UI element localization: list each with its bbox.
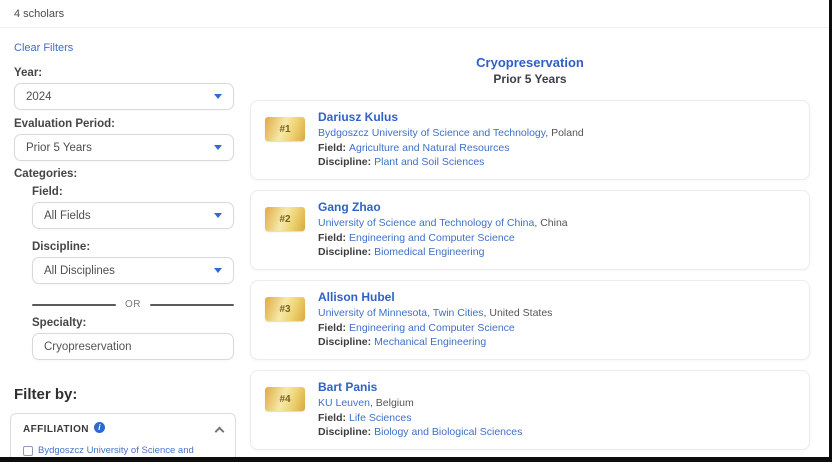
field-label: Field: (318, 322, 346, 334)
categories-label: Categories: (14, 168, 234, 180)
field-label: Field: (318, 412, 346, 424)
evaluation-period-label: Evaluation Period: (14, 118, 234, 130)
specialty-label: Specialty: (32, 317, 234, 329)
field-link[interactable]: Engineering and Computer Science (349, 322, 515, 334)
scholar-card: #3 Allison Hubel University of Minnesota… (250, 280, 810, 360)
discipline-label: Discipline: (318, 156, 371, 168)
field-line: Field:Engineering and Computer Science (318, 231, 568, 246)
discipline-value: All Disciplines (44, 265, 115, 277)
affiliation-option-label[interactable]: Bydgoszcz University of Science and Tech… (38, 445, 223, 462)
chevron-down-icon (214, 145, 222, 150)
discipline-label: Discipline: (318, 426, 371, 438)
year-dropdown[interactable]: 2024 (14, 83, 234, 110)
affiliation-link[interactable]: Bydgoszcz University of Science and Tech… (318, 127, 545, 139)
field-link[interactable]: Engineering and Computer Science (349, 232, 515, 244)
field-line: Field:Engineering and Computer Science (318, 321, 552, 336)
affiliation-link[interactable]: University of Minnesota, Twin Cities (318, 307, 484, 319)
field-label: Field: (32, 186, 234, 198)
rank-badge: #3 (265, 297, 305, 321)
discipline-link[interactable]: Plant and Soil Sciences (374, 156, 484, 168)
divider-line (150, 304, 234, 306)
scholar-name-link[interactable]: Gang Zhao (318, 200, 568, 215)
divider-line (32, 304, 116, 306)
field-link[interactable]: Agriculture and Natural Resources (349, 142, 510, 154)
clear-filters-link[interactable]: Clear Filters (14, 42, 234, 54)
affiliation-checkbox[interactable] (23, 446, 33, 456)
affiliation-section-label: AFFILIATION (23, 424, 89, 435)
field-line: Field:Agriculture and Natural Resources (318, 141, 584, 156)
info-icon[interactable]: i (94, 422, 105, 433)
country-text: , Poland (545, 127, 584, 139)
year-value: 2024 (26, 91, 52, 103)
scholar-card: #4 Bart Panis KU Leuven, Belgium Field:L… (250, 370, 810, 450)
field-dropdown[interactable]: All Fields (32, 202, 234, 229)
scholar-name-link[interactable]: Dariusz Kulus (318, 110, 584, 125)
affiliation-link[interactable]: University of Science and Technology of … (318, 217, 534, 229)
scholar-name-link[interactable]: Bart Panis (318, 380, 522, 395)
discipline-dropdown[interactable]: All Disciplines (32, 257, 234, 284)
discipline-link[interactable]: Biomedical Engineering (374, 246, 484, 258)
affiliation-line: University of Science and Technology of … (318, 216, 568, 231)
discipline-label: Discipline: (318, 246, 371, 258)
filter-by-heading: Filter by: (14, 386, 234, 403)
field-value: All Fields (44, 210, 91, 222)
discipline-label: Discipline: (32, 241, 234, 253)
chevron-down-icon (214, 268, 222, 273)
country-text: , United States (484, 307, 553, 319)
chevron-down-icon (214, 213, 222, 218)
rank-badge: #4 (265, 387, 305, 411)
results-count: 4 scholars (14, 8, 64, 20)
results-count-bar: 4 scholars (0, 0, 829, 28)
scholar-card: #1 Dariusz Kulus Bydgoszcz University of… (250, 100, 810, 180)
rank-badge: #1 (265, 117, 305, 141)
affiliation-link[interactable]: KU Leuven (318, 397, 370, 409)
scholar-name-link[interactable]: Allison Hubel (318, 290, 552, 305)
filters-sidebar: Clear Filters Year: 2024 Evaluation Peri… (0, 28, 250, 462)
discipline-link[interactable]: Mechanical Engineering (374, 336, 486, 348)
scholar-list: #1 Dariusz Kulus Bydgoszcz University of… (250, 100, 810, 450)
results-subtitle: Prior 5 Years (250, 72, 810, 86)
affiliation-line: KU Leuven, Belgium (318, 396, 522, 411)
field-line: Field:Life Sciences (318, 411, 522, 426)
discipline-line: Discipline:Mechanical Engineering (318, 335, 552, 350)
results-title: Cryopreservation (250, 55, 810, 70)
field-link[interactable]: Life Sciences (349, 412, 411, 424)
or-divider: OR (32, 299, 234, 310)
affiliation-filter-panel: AFFILIATION i Bydgoszcz University of Sc… (10, 413, 236, 462)
affiliation-option: Bydgoszcz University of Science and Tech… (23, 445, 223, 462)
scholar-card: #2 Gang Zhao University of Science and T… (250, 190, 810, 270)
discipline-label: Discipline: (318, 336, 371, 348)
affiliation-line: Bydgoszcz University of Science and Tech… (318, 126, 584, 141)
evaluation-period-value: Prior 5 Years (26, 142, 92, 154)
country-text: , China (534, 217, 567, 229)
chevron-down-icon (214, 94, 222, 99)
field-label: Field: (318, 142, 346, 154)
country-text: , Belgium (370, 397, 414, 409)
rank-badge: #2 (265, 207, 305, 231)
discipline-link[interactable]: Biology and Biological Sciences (374, 426, 522, 438)
affiliation-options-list: Bydgoszcz University of Science and Tech… (23, 445, 223, 462)
specialty-input[interactable] (32, 333, 234, 360)
scholar-search-page: 4 scholars Clear Filters Year: 2024 Eval… (0, 0, 832, 462)
affiliation-line: University of Minnesota, Twin Cities, Un… (318, 306, 552, 321)
discipline-line: Discipline:Plant and Soil Sciences (318, 155, 584, 170)
or-label: OR (116, 299, 150, 310)
year-label: Year: (14, 67, 234, 79)
results-panel: Cryopreservation Prior 5 Years #1 Darius… (250, 28, 829, 462)
evaluation-period-dropdown[interactable]: Prior 5 Years (14, 134, 234, 161)
discipline-line: Discipline:Biology and Biological Scienc… (318, 425, 522, 440)
chevron-up-icon[interactable] (215, 426, 225, 436)
discipline-line: Discipline:Biomedical Engineering (318, 245, 568, 260)
field-label: Field: (318, 232, 346, 244)
